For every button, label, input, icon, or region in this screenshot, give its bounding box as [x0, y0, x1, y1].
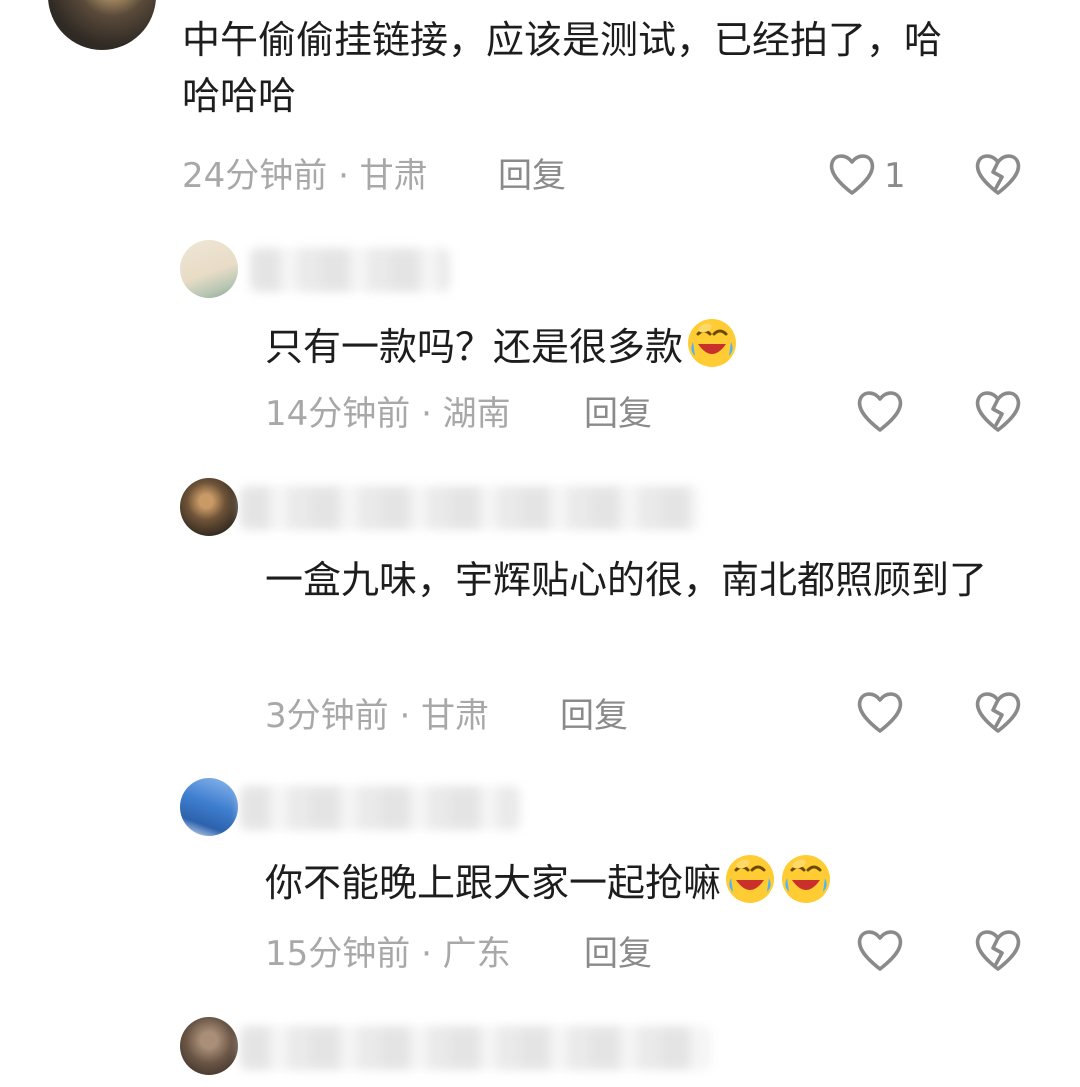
- comment-time-location: 15分钟前 · 广东: [265, 934, 511, 974]
- username[interactable]: [240, 786, 520, 830]
- broken-heart-icon[interactable]: [972, 686, 1024, 738]
- reply-button[interactable]: 回复: [498, 156, 566, 196]
- avatar[interactable]: [180, 1017, 238, 1075]
- avatar[interactable]: [48, 0, 156, 50]
- reply-button[interactable]: 回复: [584, 394, 652, 434]
- avatar[interactable]: [180, 778, 238, 836]
- comment-text: 中午偷偷挂链接，应该是测试，已经拍了，哈哈哈哈: [182, 18, 943, 118]
- avatar[interactable]: [180, 240, 238, 298]
- laughing-crying-emoji: [723, 852, 777, 906]
- comment-time-location: 3分钟前 · 甘肃: [265, 696, 490, 736]
- username[interactable]: [240, 486, 700, 530]
- comment-text: 只有一款吗？还是很多款: [265, 316, 1045, 375]
- like-count: 1: [884, 156, 906, 196]
- heart-icon[interactable]: [826, 148, 878, 200]
- reply-button[interactable]: 回复: [584, 934, 652, 974]
- heart-icon[interactable]: [854, 686, 906, 738]
- comment-text: 你不能晚上跟大家一起抢嘛: [265, 852, 1065, 911]
- heart-icon[interactable]: [854, 924, 906, 976]
- laughing-crying-emoji: [685, 316, 739, 370]
- heart-icon[interactable]: [854, 385, 906, 437]
- broken-heart-icon[interactable]: [972, 924, 1024, 976]
- reply-button[interactable]: 回复: [560, 696, 628, 736]
- username[interactable]: [250, 248, 450, 292]
- avatar[interactable]: [180, 478, 238, 536]
- broken-heart-icon[interactable]: [972, 385, 1024, 437]
- comment-time-location: 14分钟前 · 湖南: [265, 394, 511, 434]
- username[interactable]: [240, 1026, 710, 1070]
- laughing-crying-emoji: [779, 852, 833, 906]
- comment-time-location: 24分钟前 · 甘肃: [182, 156, 428, 196]
- comment-text: 一盒九味，宇辉贴心的很，南北都照顾到了: [265, 558, 988, 602]
- broken-heart-icon[interactable]: [972, 148, 1024, 200]
